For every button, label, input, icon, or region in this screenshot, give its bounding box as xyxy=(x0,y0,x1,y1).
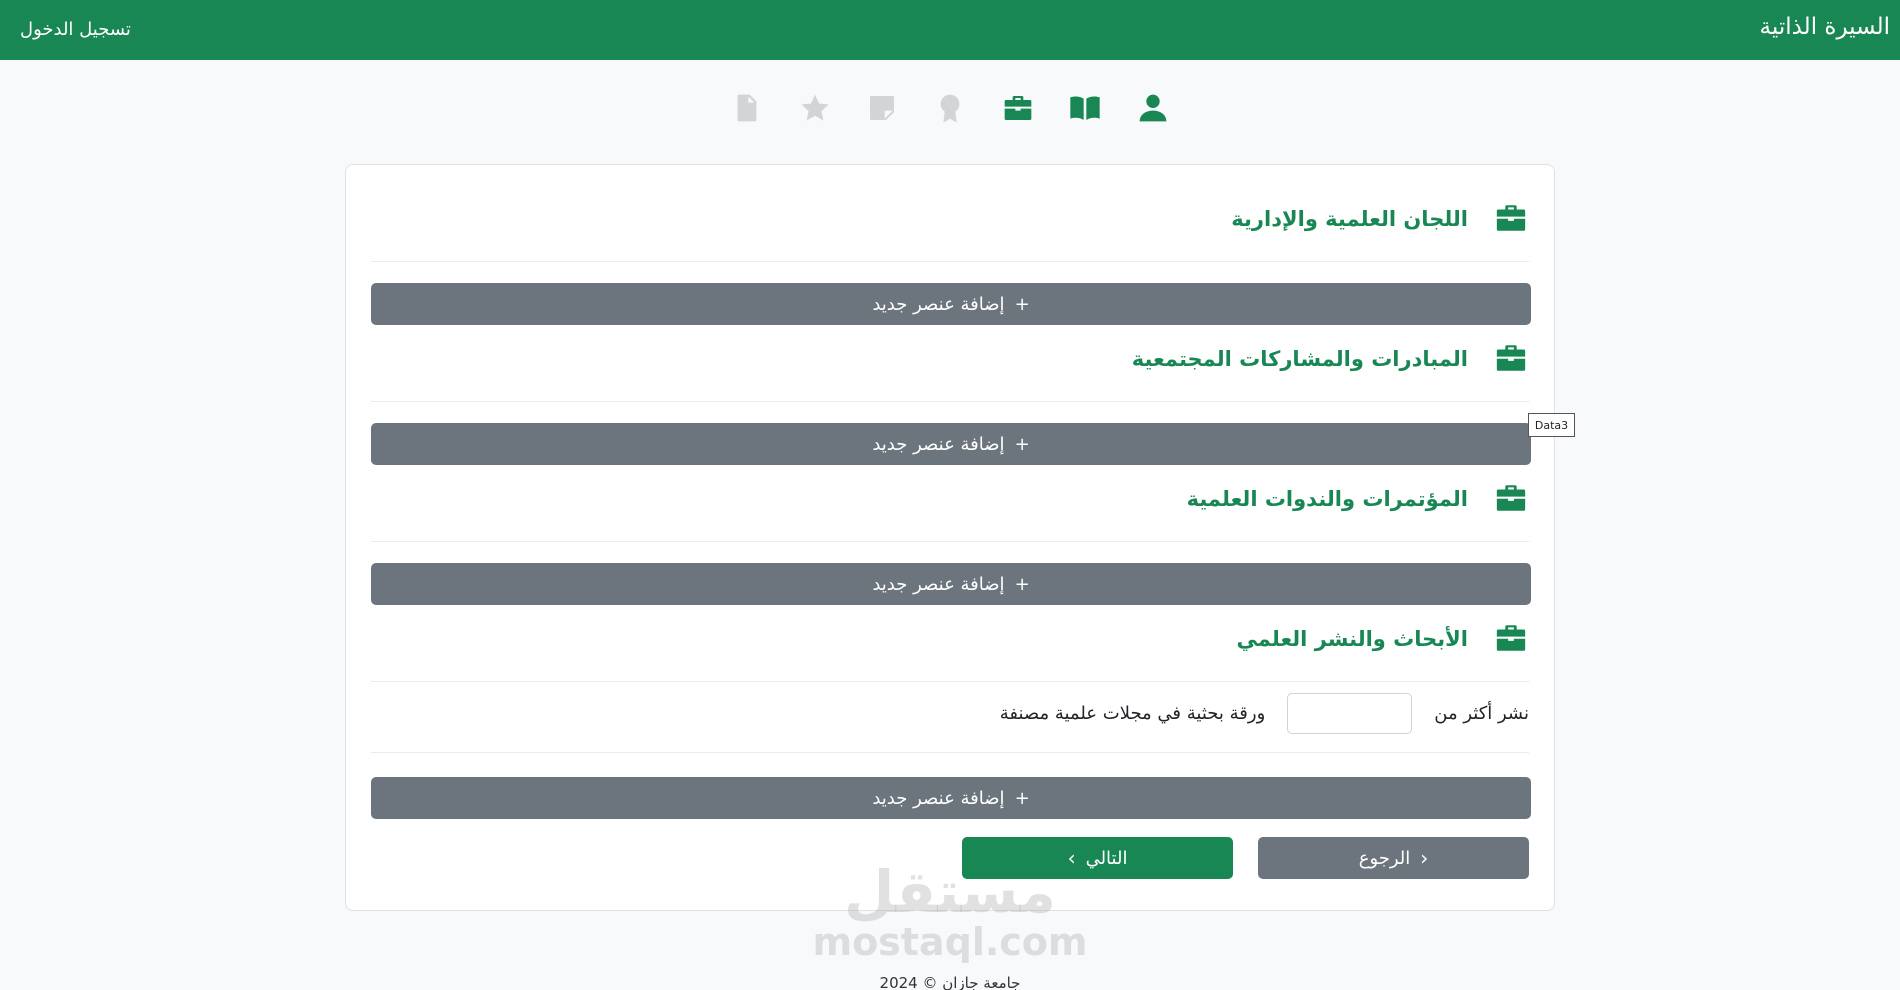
award-icon xyxy=(940,94,960,123)
book-icon xyxy=(1070,96,1100,120)
section-title: اللجان العلمية والإدارية xyxy=(1231,207,1468,231)
add-item-label: إضافة عنصر جديد xyxy=(872,573,1005,595)
plus-icon: + xyxy=(1014,573,1030,595)
brand-title[interactable]: السيرة الذاتية xyxy=(1760,14,1890,40)
briefcase-icon xyxy=(1491,201,1531,235)
add-item-label: إضافة عنصر جديد xyxy=(872,293,1005,315)
step-document[interactable] xyxy=(730,91,764,125)
add-item-button[interactable]: + إضافة عنصر جديد xyxy=(371,283,1531,325)
briefcase-icon xyxy=(1491,341,1531,375)
plus-icon: + xyxy=(1014,293,1030,315)
login-link[interactable]: تسجيل الدخول xyxy=(20,19,131,40)
watermark: مستقل mostaql.com xyxy=(800,862,1100,962)
step-indicator xyxy=(730,88,1170,128)
add-item-button[interactable]: + إضافة عنصر جديد xyxy=(371,563,1531,605)
sticky-note-icon xyxy=(870,96,895,120)
watermark-arabic: مستقل xyxy=(843,858,1057,926)
step-note[interactable] xyxy=(865,91,899,125)
publication-prefix: نشر أكثر من xyxy=(1434,702,1529,724)
star-icon xyxy=(801,94,829,121)
divider xyxy=(371,752,1529,753)
plus-icon: + xyxy=(1014,787,1030,809)
top-navbar: السيرة الذاتية تسجيل الدخول xyxy=(0,0,1900,60)
watermark-latin: mostaql.com xyxy=(812,920,1088,964)
footer: جامعة جازان © 2024 xyxy=(879,974,1021,990)
section-conferences: المؤتمرات والندوات العلمية xyxy=(371,473,1531,533)
publication-suffix: ورقة بحثية في مجلات علمية مصنفة xyxy=(999,702,1266,724)
divider xyxy=(371,261,1529,262)
step-star[interactable] xyxy=(798,91,832,125)
tooltip: Data3 xyxy=(1528,413,1575,437)
publication-row: نشر أكثر من ورقة بحثية في مجلات علمية مص… xyxy=(371,692,1529,734)
add-item-label: إضافة عنصر جديد xyxy=(872,787,1005,809)
step-briefcase[interactable] xyxy=(1001,91,1035,125)
briefcase-icon xyxy=(1491,621,1531,655)
step-user[interactable] xyxy=(1136,91,1170,125)
briefcase-icon xyxy=(1491,481,1531,515)
divider xyxy=(371,401,1529,402)
section-title: المؤتمرات والندوات العلمية xyxy=(1186,487,1468,511)
section-research: الأبحاث والنشر العلمي xyxy=(371,613,1531,673)
section-initiatives: المبادرات والمشاركات المجتمعية xyxy=(371,333,1531,393)
publication-count-input[interactable] xyxy=(1287,692,1413,734)
section-committees: اللجان العلمية والإدارية xyxy=(371,193,1531,253)
document-icon xyxy=(737,94,757,122)
form-card: اللجان العلمية والإدارية + إضافة عنصر جد… xyxy=(345,164,1555,911)
section-title: الأبحاث والنشر العلمي xyxy=(1236,627,1468,651)
divider xyxy=(371,541,1529,542)
divider xyxy=(371,681,1529,682)
back-button[interactable]: ‹ الرجوع xyxy=(1258,837,1529,879)
step-book[interactable] xyxy=(1068,91,1102,125)
add-item-label: إضافة عنصر جديد xyxy=(872,433,1005,455)
briefcase-icon xyxy=(1004,96,1031,120)
step-award[interactable] xyxy=(933,91,967,125)
add-item-button[interactable]: + إضافة عنصر جديد xyxy=(371,423,1531,465)
section-title: المبادرات والمشاركات المجتمعية xyxy=(1131,347,1468,371)
plus-icon: + xyxy=(1014,433,1030,455)
add-item-button[interactable]: + إضافة عنصر جديد xyxy=(371,777,1531,819)
chevron-right-icon: ‹ xyxy=(1420,846,1429,870)
back-label: الرجوع xyxy=(1358,847,1411,869)
user-icon xyxy=(1139,94,1167,122)
